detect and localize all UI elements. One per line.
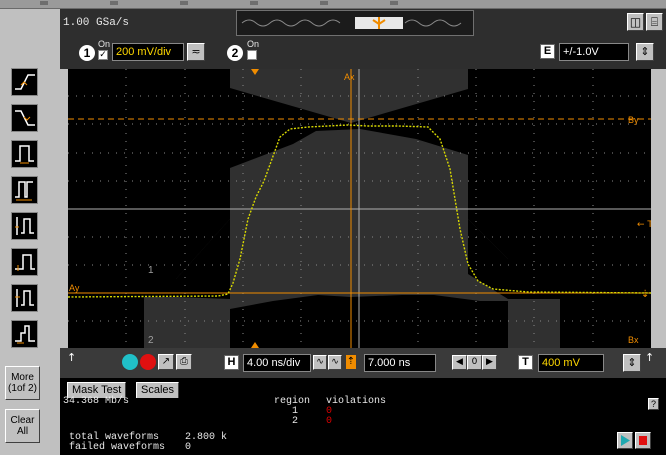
zoom-icon[interactable]: ∿	[328, 355, 342, 370]
mask-bottom-region	[230, 295, 508, 348]
timeout-trigger-icon[interactable]	[11, 320, 38, 348]
channel1-badge: 1	[79, 45, 95, 61]
print-icon[interactable]: ⎙	[176, 354, 192, 370]
channel1-on-label: On	[98, 39, 111, 49]
mask-region-1-label: 1	[148, 265, 154, 276]
navigator-waveform	[241, 17, 462, 29]
ac-coupling-icon[interactable]: ≂	[187, 43, 205, 61]
marker-bx-label: Bx	[628, 335, 639, 345]
tile-window-button[interactable]: ◫	[627, 13, 644, 31]
pulse-width-trigger-icon[interactable]	[11, 140, 38, 168]
clear-all-label-2: All	[16, 426, 29, 437]
autoscale-icon[interactable]: ↗	[158, 354, 174, 370]
stop-icon	[639, 436, 647, 445]
left-toolbar: More (1of 2) Clear All	[0, 9, 60, 455]
more-button[interactable]: More (1of 2)	[5, 366, 40, 400]
trigger-spin-icon[interactable]: ⇕	[623, 354, 641, 372]
ground-reference-icon: ⇣	[641, 289, 649, 300]
failed-waveforms-value: 0	[185, 442, 192, 453]
trigger-level-marker: ← T	[637, 220, 651, 230]
more-button-label: More	[11, 372, 34, 383]
more-button-page: (1of 2)	[8, 383, 37, 394]
pattern-trigger-icon[interactable]	[11, 176, 38, 204]
trigger-badge: T	[518, 355, 533, 370]
bitrate-value: 34.368 Mb/s	[63, 396, 130, 407]
delay-right-icon[interactable]: ▶	[482, 355, 497, 370]
channel2-on-label: On	[247, 39, 260, 49]
waveform-display[interactable]: Ax By Bx ← T Ay 1 2 ⇣	[67, 69, 653, 348]
play-icon	[621, 435, 630, 446]
help-window-button[interactable]: ⌸	[646, 13, 663, 31]
timebase-bar: ↑ ↗ ⎙ H 4.00 ns/div ∿ ∿ ⇡ 7.000 ns ◀ 0 ▶…	[60, 348, 666, 378]
trigger-level-field[interactable]: 400 mV	[538, 354, 604, 372]
ext-trigger-level-field[interactable]: +/-1.0V	[559, 43, 629, 61]
scroll-right-icon[interactable]: ↑	[645, 351, 654, 364]
delay-zero-icon[interactable]: 0	[467, 355, 482, 370]
total-waveforms-value: 2.800 k	[185, 432, 228, 443]
tab-scales[interactable]: Scales	[136, 382, 180, 398]
clear-all-label-1: Clear	[10, 415, 35, 426]
edge-falling-trigger-icon[interactable]	[11, 104, 38, 132]
run-indicator-icon[interactable]	[122, 354, 138, 370]
channel1-on-checkbox[interactable]: ✓	[98, 50, 108, 60]
timebase-scale-field[interactable]: 4.00 ns/div	[243, 354, 311, 372]
channel2-on-checkbox[interactable]	[247, 50, 257, 60]
scroll-left-icon[interactable]: ↑	[67, 351, 76, 364]
runt-trigger-icon[interactable]	[11, 284, 38, 312]
region-2: 2	[292, 416, 299, 427]
coarse-fine-icon[interactable]: ∿	[313, 355, 327, 370]
oscilloscope-window: 1.00 GSa/s ◫ ⌸ 1 On ✓ 200 mV/div ≂ 2 On …	[0, 0, 666, 455]
ext-trigger-badge: E	[540, 44, 555, 59]
clear-all-button[interactable]: Clear All	[5, 409, 40, 443]
violations-column-header: violations	[326, 396, 387, 407]
delay-reference-icon[interactable]: ⇡	[346, 355, 356, 369]
stop-test-button[interactable]	[635, 432, 651, 449]
help-button[interactable]: ?	[648, 398, 659, 410]
marker-ax-label: Ax	[344, 72, 355, 82]
mask-test-plot: Ax By Bx ← T Ay 1 2 ⇣	[67, 69, 653, 348]
channel1-scale-field[interactable]: 200 mV/div	[112, 43, 184, 61]
marker-ay-label: Ay	[69, 283, 80, 293]
glitch-trigger-icon[interactable]	[11, 248, 38, 276]
mask-region-2-label: 2	[148, 335, 154, 346]
channel2-badge: 2	[227, 45, 243, 61]
timebase-navigator[interactable]	[236, 10, 474, 36]
results-pane: Mask Test Scales 34.368 Mb/s region viol…	[60, 378, 666, 455]
top-menu-strip	[0, 0, 666, 9]
timebase-delay-field[interactable]: 7.000 ns	[364, 354, 436, 372]
stop-indicator-icon[interactable]	[140, 354, 156, 370]
run-test-button[interactable]	[617, 432, 633, 449]
status-bar: 1.00 GSa/s ◫ ⌸	[60, 9, 666, 37]
state-trigger-icon[interactable]	[11, 212, 38, 240]
channel-bar: 1 On ✓ 200 mV/div ≂ 2 On E +/-1.0V ⇕	[60, 37, 666, 69]
sample-rate: 1.00 GSa/s	[63, 17, 130, 29]
failed-waveforms-label: failed waveforms	[69, 442, 166, 453]
edge-rising-trigger-icon[interactable]	[11, 68, 38, 96]
horizontal-badge: H	[224, 355, 239, 370]
marker-by-label: By	[628, 115, 639, 125]
region-2-violations: 0	[326, 416, 333, 427]
spin-updown-icon[interactable]: ⇕	[636, 43, 654, 61]
delay-left-icon[interactable]: ◀	[452, 355, 467, 370]
